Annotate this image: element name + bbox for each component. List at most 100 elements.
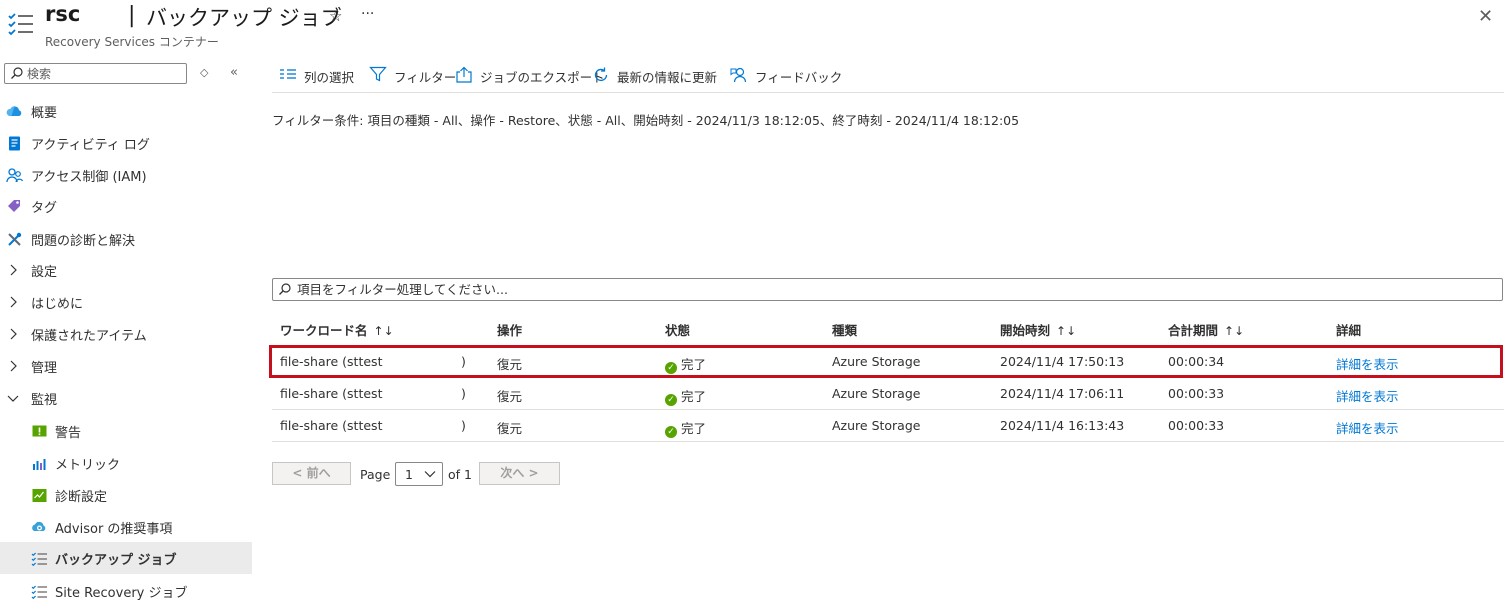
view-details-link[interactable]: 詳細を表示	[1336, 386, 1399, 405]
item-filter-box[interactable]	[272, 278, 1503, 301]
sidebar-item-diagnose[interactable]: 問題の診断と解決	[0, 223, 252, 255]
choose-columns-label: 列の選択	[304, 70, 355, 85]
table-row[interactable]: file-share (sttest ) 復元 ✓ 完了 Azure Storag…	[272, 410, 1504, 442]
choose-columns-button[interactable]: 列の選択	[279, 65, 359, 85]
alert-icon	[32, 425, 47, 437]
activity-log-icon	[9, 136, 20, 151]
status-text: 完了	[681, 421, 707, 436]
previous-page-button[interactable]: < 前へ	[272, 462, 351, 485]
next-page-button[interactable]: 次へ >	[479, 462, 560, 485]
type-cell: Azure Storage	[832, 386, 921, 401]
table-row[interactable]: file-share (sttest ) 復元 ✓ 完了 Azure Storag…	[272, 346, 1504, 378]
job-list-icon	[8, 13, 33, 36]
chevron-right-icon	[10, 296, 17, 308]
filter-condition-text: フィルター条件: 項目の種類 - All、操作 - Restore、状態 - A…	[272, 113, 1020, 128]
sidebar-search-input[interactable]	[27, 65, 182, 82]
status-cell: ✓ 完了	[665, 386, 706, 406]
workload-name-paren: )	[461, 418, 466, 433]
column-header-start[interactable]: 開始時刻 ↑↓	[1000, 320, 1076, 339]
sidebar-item-iam[interactable]: アクセス制御 (IAM)	[0, 159, 252, 191]
sidebar-item-label: 概要	[31, 106, 58, 121]
status-cell: ✓ 完了	[665, 354, 706, 374]
sort-icon[interactable]: ↑↓	[1056, 324, 1076, 338]
page-select-value: 1	[405, 467, 413, 482]
page-count-label: of 1	[448, 467, 472, 482]
advisor-icon	[32, 521, 46, 531]
sidebar-item-label: バックアップ ジョブ	[55, 553, 177, 568]
more-options-icon[interactable]: ···	[361, 6, 374, 22]
refresh-button[interactable]: 最新の情報に更新	[592, 65, 722, 85]
filter-icon	[369, 66, 387, 82]
column-header-label: 開始時刻	[1000, 323, 1051, 338]
column-header-workload[interactable]: ワークロード名 ↑↓	[280, 320, 394, 339]
status-cell: ✓ 完了	[665, 418, 706, 438]
item-filter-input[interactable]	[297, 281, 1487, 298]
workload-name: file-share (sttest	[280, 386, 383, 401]
job-list-icon	[31, 585, 47, 600]
close-icon[interactable]: ✕	[1478, 6, 1493, 27]
search-icon	[11, 67, 23, 79]
job-list-icon	[31, 552, 47, 567]
sidebar-item-label: 警告	[55, 426, 82, 441]
start-time-cell: 2024/11/4 17:06:11	[1000, 386, 1125, 401]
sidebar-item-metrics[interactable]: メトリック	[0, 447, 252, 479]
sidebar-item-label: 問題の診断と解決	[31, 234, 136, 249]
page-title: バックアップ ジョブ	[146, 6, 342, 30]
sidebar-item-diagnostic-settings[interactable]: 診断設定	[0, 479, 252, 511]
duration-cell: 00:00:34	[1168, 354, 1225, 369]
sidebar-item-manage[interactable]: 管理	[0, 350, 252, 382]
view-details-link[interactable]: 詳細を表示	[1336, 418, 1399, 437]
chevron-down-icon	[7, 395, 19, 402]
favorite-star-icon[interactable]: ☆	[329, 7, 342, 25]
page-select[interactable]: 1	[395, 462, 443, 486]
workload-name: file-share (sttest	[280, 354, 383, 369]
sidebar-item-protected-items[interactable]: 保護されたアイテム	[0, 318, 252, 350]
column-header-type: 種類	[832, 323, 858, 338]
table-row[interactable]: file-share (sttest ) 復元 ✓ 完了 Azure Storag…	[272, 378, 1504, 410]
start-time-cell: 2024/11/4 16:13:43	[1000, 418, 1125, 433]
resource-type-subtitle: Recovery Services コンテナー	[45, 35, 219, 49]
page-label: Page	[360, 467, 391, 482]
sidebar-item-label: 設定	[31, 265, 58, 280]
column-header-duration[interactable]: 合計期間 ↑↓	[1168, 320, 1244, 339]
refresh-label: 最新の情報に更新	[617, 70, 718, 85]
sidebar-item-label: アクティビティ ログ	[31, 138, 150, 153]
sidebar-item-settings[interactable]: 設定	[0, 254, 252, 286]
export-jobs-button[interactable]: ジョブのエクスポート	[455, 65, 605, 85]
sidebar-item-monitoring[interactable]: 監視	[0, 382, 252, 414]
type-cell: Azure Storage	[832, 418, 921, 433]
feedback-button[interactable]: フィードバック	[730, 65, 842, 85]
chevron-right-icon	[10, 360, 17, 372]
operation-cell: 復元	[497, 389, 523, 404]
refresh-icon	[594, 67, 608, 82]
chevron-right-icon	[10, 328, 17, 340]
chevron-right-icon	[10, 264, 17, 276]
sidebar-item-getting-started[interactable]: はじめに	[0, 286, 252, 318]
sidebar-item-overview[interactable]: 概要	[0, 95, 252, 127]
sidebar-search[interactable]	[4, 63, 187, 84]
operation-cell: 復元	[497, 421, 523, 436]
sidebar-item-alerts[interactable]: 警告	[0, 415, 252, 447]
filter-button[interactable]: フィルター	[369, 65, 456, 85]
sidebar-item-label: アクセス制御 (IAM)	[31, 170, 147, 185]
workload-name-paren: )	[461, 354, 466, 369]
sidebar-item-backup-jobs[interactable]: バックアップ ジョブ	[0, 542, 252, 574]
filter-label: フィルター	[394, 70, 457, 85]
sidebar-item-advisor[interactable]: Advisor の推奨事項	[0, 511, 252, 543]
column-header-details: 詳細	[1336, 323, 1362, 338]
sidebar-item-activity-log[interactable]: アクティビティ ログ	[0, 127, 252, 159]
resource-name: rsc	[45, 2, 81, 26]
column-header-label: 合計期間	[1168, 323, 1219, 338]
wrench-icon	[8, 232, 22, 246]
sidebar-item-site-recovery-jobs[interactable]: Site Recovery ジョブ	[0, 575, 252, 607]
sort-icon[interactable]: ↑↓	[1224, 324, 1244, 338]
operation-cell: 復元	[497, 357, 523, 372]
sidebar-item-tags[interactable]: タグ	[0, 190, 252, 222]
view-details-link[interactable]: 詳細を表示	[1336, 354, 1399, 373]
sort-icon[interactable]: ↑↓	[374, 324, 394, 338]
title-separator: |	[128, 3, 136, 28]
status-text: 完了	[681, 357, 707, 372]
sidebar-item-label: 監視	[31, 393, 58, 408]
collapse-sidebar-icon[interactable]: «	[230, 65, 238, 80]
expand-collapse-icon[interactable]: ◇	[200, 66, 208, 79]
